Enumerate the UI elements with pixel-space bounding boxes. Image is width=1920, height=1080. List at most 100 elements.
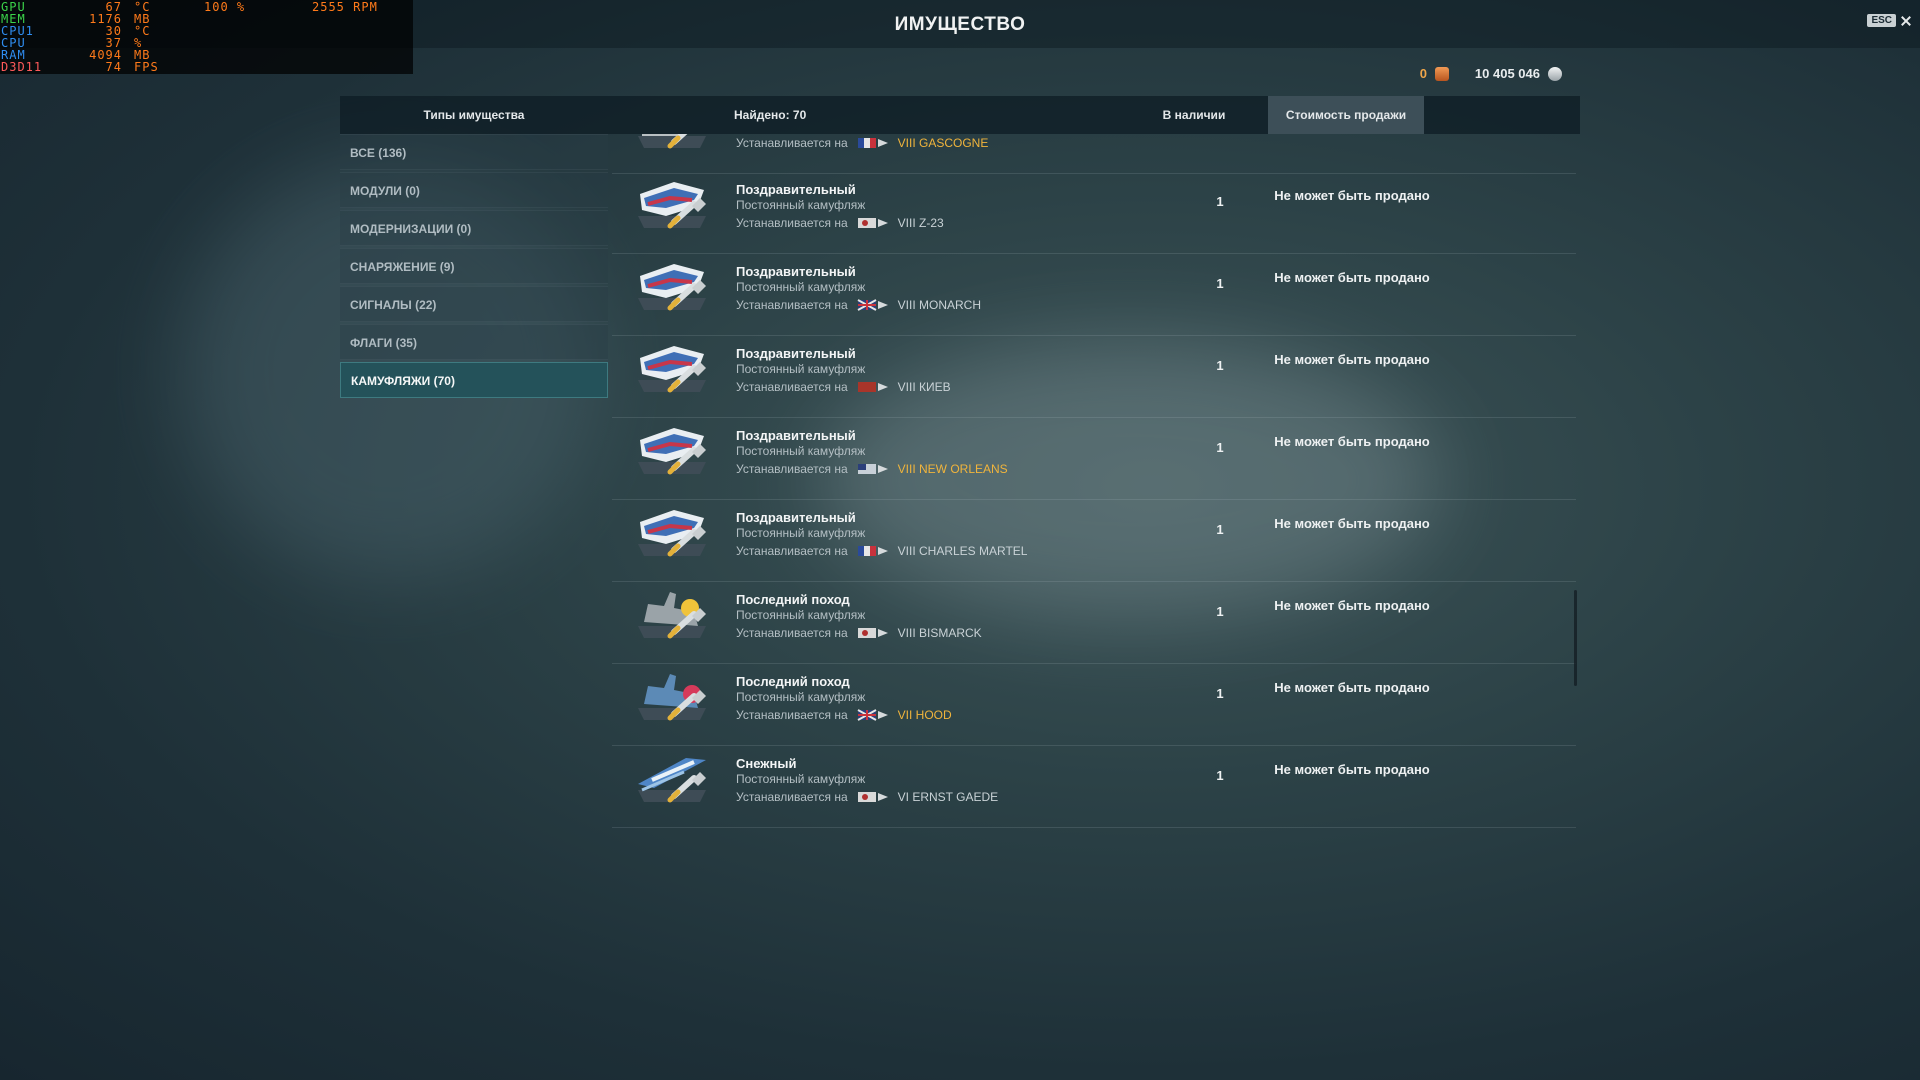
sidebar-item-upgrades[interactable]: МОДЕРНИЗАЦИИ (0) — [340, 210, 608, 246]
install-label: Устанавливается на — [736, 380, 848, 394]
item-quantity: 1 — [1216, 194, 1224, 209]
sidebar-item-all[interactable]: ВСЕ (136) — [340, 134, 608, 170]
credits-icon — [1548, 66, 1562, 81]
nation-flag-icon — [856, 215, 892, 231]
nation-flag-icon — [856, 543, 892, 559]
table-header: Типы имущества Найдено: 70 В наличии Сто… — [340, 96, 1580, 134]
ship-name: VIII КИЕВ — [897, 380, 951, 394]
item-sell-price: Не может быть продано — [1274, 680, 1430, 695]
ship-name: VI ERNST GAEDE — [897, 790, 999, 804]
sort-by-sell-price[interactable]: Стоимость продажи — [1268, 96, 1424, 134]
item-name: Поздравительный — [736, 346, 856, 361]
close-button[interactable]: ESC — [1867, 14, 1912, 27]
nation-flag-icon — [856, 135, 892, 151]
performance-overlay: GPU 67 °C 100 % 2555 RPM MEM 1176 MB CPU1 30 °C CPU… — [0, 0, 413, 74]
header-found-count: Найдено: 70 — [734, 108, 807, 122]
sidebar-item-modules[interactable]: МОДУЛИ (0) — [340, 172, 608, 208]
item-list[interactable]: Постоянный камуфляж Устанавливается на VII… — [612, 134, 1576, 974]
item-quantity: 1 — [1216, 604, 1224, 619]
item-quantity: 1 — [1216, 768, 1224, 783]
item-quantity: 1 — [1216, 276, 1224, 291]
ship-name: VIII Z-23 — [897, 216, 944, 230]
install-label: Устанавливается на — [736, 136, 848, 150]
nation-flag-icon — [856, 625, 892, 641]
perf-unit: FPS — [134, 60, 159, 74]
ship-name: VIII GASCOGNE — [897, 136, 989, 150]
install-info: Устанавливается на VI ERNST GAEDE — [736, 789, 998, 805]
ship-name: VII HOOD — [897, 708, 952, 722]
sort-by-stock[interactable]: В наличии — [1154, 96, 1234, 134]
header-property-types: Типы имущества — [423, 108, 525, 122]
ship-name: VIII NEW ORLEANS — [897, 462, 1008, 476]
camouflage-icon — [634, 750, 710, 812]
item-sell-price: Не может быть продано — [1274, 516, 1430, 531]
item-sell-price: Не может быть продано — [1274, 762, 1430, 777]
nation-flag-icon — [856, 707, 892, 723]
doubloons-amount: 0 — [1419, 66, 1427, 81]
install-info: Устанавливается на VIII CHARLES MARTEL — [736, 543, 1027, 559]
item-quantity: 1 — [1216, 358, 1224, 373]
esc-key-hint: ESC — [1867, 14, 1896, 27]
item-type: Постоянный камуфляж — [736, 362, 866, 376]
item-quantity: 1 — [1216, 440, 1224, 455]
item-sell-price: Не может быть продано — [1274, 188, 1430, 203]
nation-flag-icon — [856, 297, 892, 313]
item-name: Поздравительный — [736, 264, 856, 279]
credits-amount: 10 405 046 — [1474, 66, 1540, 81]
perf-row: CPU 37% — [0, 37, 413, 49]
item-type: Постоянный камуфляж — [736, 444, 866, 458]
sidebar-item-signals[interactable]: СИГНАЛЫ (22) — [340, 286, 608, 322]
install-label: Устанавливается на — [736, 298, 848, 312]
item-sell-price: Не может быть продано — [1274, 598, 1430, 613]
install-label: Устанавливается на — [736, 626, 848, 640]
list-item[interactable]: Снежный Постоянный камуфляж Устанавливаетс… — [612, 728, 1576, 828]
perf-row: RAM 4094 MB — [0, 49, 413, 61]
item-quantity: 1 — [1216, 686, 1224, 701]
nation-flag-icon — [856, 789, 892, 805]
ship-name: VIII MONARCH — [897, 298, 981, 312]
camouflage-icon — [634, 176, 710, 238]
currency-balance: 0 10 405 046 — [1420, 66, 1562, 81]
sidebar: ВСЕ (136) МОДУЛИ (0) МОДЕРНИЗАЦИИ (0) СНАРЯ… — [340, 134, 608, 400]
ship-name: VIII CHARLES MARTEL — [897, 544, 1028, 558]
item-type: Постоянный камуфляж — [736, 198, 866, 212]
camouflage-icon — [634, 340, 710, 402]
camouflage-icon — [634, 586, 710, 648]
install-label: Устанавливается на — [736, 790, 848, 804]
perf-row: CPU1 30 °C — [0, 25, 413, 37]
install-label: Устанавливается на — [736, 216, 848, 230]
perf-row: MEM 1176 MB — [0, 13, 413, 25]
doubloon-icon — [1434, 66, 1449, 81]
item-name: Последний поход — [736, 592, 850, 607]
item-name: Поздравительный — [736, 182, 856, 197]
ship-name: VIII BISMARCK — [897, 626, 982, 640]
install-info: Устанавливается на VIII MONARCH — [736, 297, 981, 313]
sidebar-item-camouflages[interactable]: КАМУФЛЯЖИ (70) — [340, 362, 608, 398]
camouflage-icon — [634, 668, 710, 730]
install-label: Устанавливается на — [736, 708, 848, 722]
item-name: Снежный — [736, 756, 797, 771]
item-quantity: 1 — [1216, 522, 1224, 537]
close-icon[interactable] — [1900, 15, 1912, 27]
install-label: Устанавливается на — [736, 462, 848, 476]
perf-row: GPU 67 °C 100 % 2555 RPM — [0, 1, 413, 13]
install-info: Устанавливается на VIII Z-23 — [736, 215, 944, 231]
camouflage-icon — [634, 504, 710, 566]
perf-fan: 2555 RPM — [312, 0, 378, 14]
perf-load: 100 % — [204, 0, 246, 14]
item-type: Постоянный камуфляж — [736, 772, 866, 786]
item-name: Последний поход — [736, 674, 850, 689]
install-info: Устанавливается на VIII GASCOGNE — [736, 135, 988, 151]
perf-key: D3D11 — [1, 60, 43, 74]
install-info: Устанавливается на VIII BISMARCK — [736, 625, 982, 641]
item-type: Постоянный камуфляж — [736, 608, 866, 622]
scrollbar[interactable] — [1574, 590, 1577, 686]
sidebar-item-flags[interactable]: ФЛАГИ (35) — [340, 324, 608, 360]
item-name: Поздравительный — [736, 428, 856, 443]
item-name: Поздравительный — [736, 510, 856, 525]
item-sell-price: Не может быть продано — [1274, 434, 1430, 449]
perf-row: D3D11 74 FPS — [0, 61, 413, 73]
nation-flag-icon — [856, 379, 892, 395]
sidebar-item-consumables[interactable]: СНАРЯЖЕНИЕ (9) — [340, 248, 608, 284]
perf-value: 74 — [105, 60, 122, 74]
